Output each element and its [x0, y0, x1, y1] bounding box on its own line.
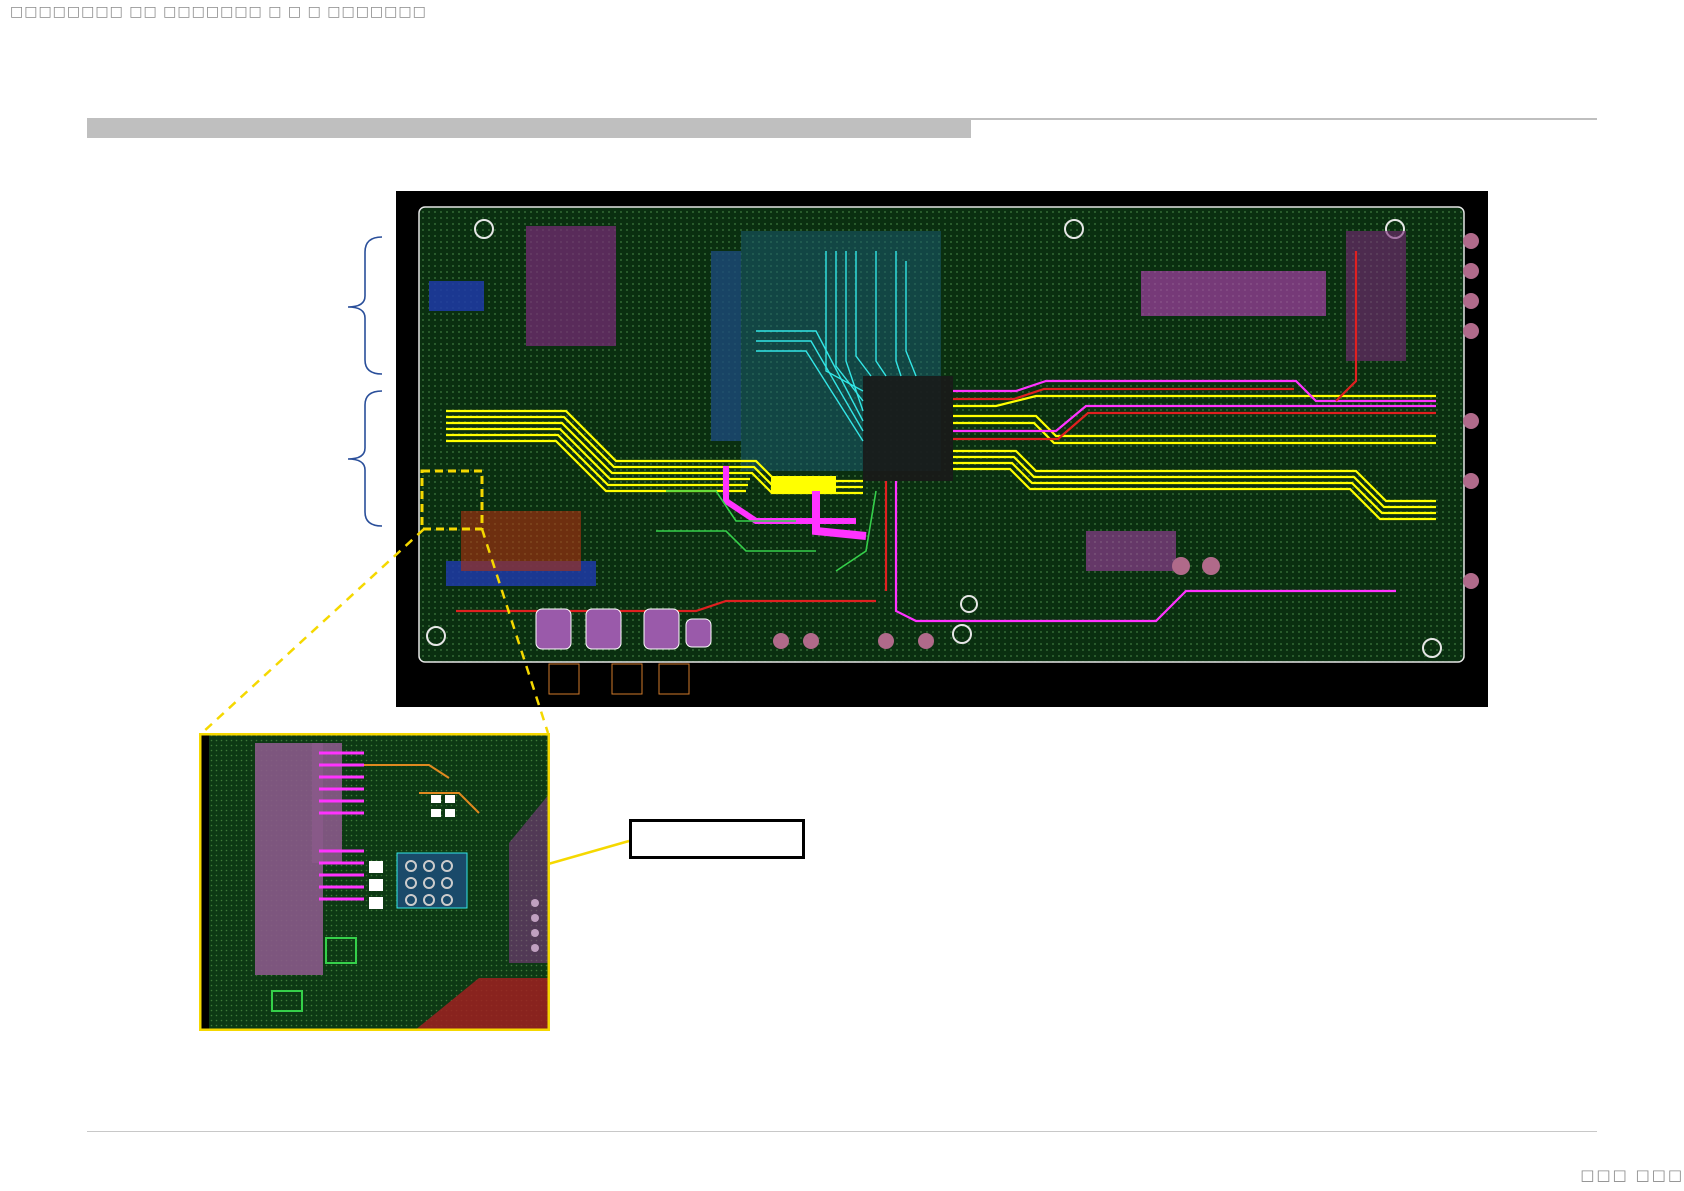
page-number-text: □□□ □□□ [1580, 1166, 1684, 1184]
title-rule [971, 118, 1597, 120]
callout-label-box [629, 819, 805, 859]
page-header-text: □□□□□□□□ □□ □□□□□□□ □ □ □ □□□□□□□ [10, 4, 427, 20]
zoom-inset-drawing [198, 732, 551, 1032]
group-brace-2 [347, 390, 383, 527]
pcb-board-drawing [418, 206, 1479, 695]
group-brace-1 [347, 236, 383, 375]
footer-rule [87, 1131, 1597, 1132]
pcb-layout-image [396, 191, 1488, 707]
section-title-bar [87, 118, 971, 138]
main-chip [863, 376, 953, 481]
zoom-inset [198, 732, 551, 1032]
